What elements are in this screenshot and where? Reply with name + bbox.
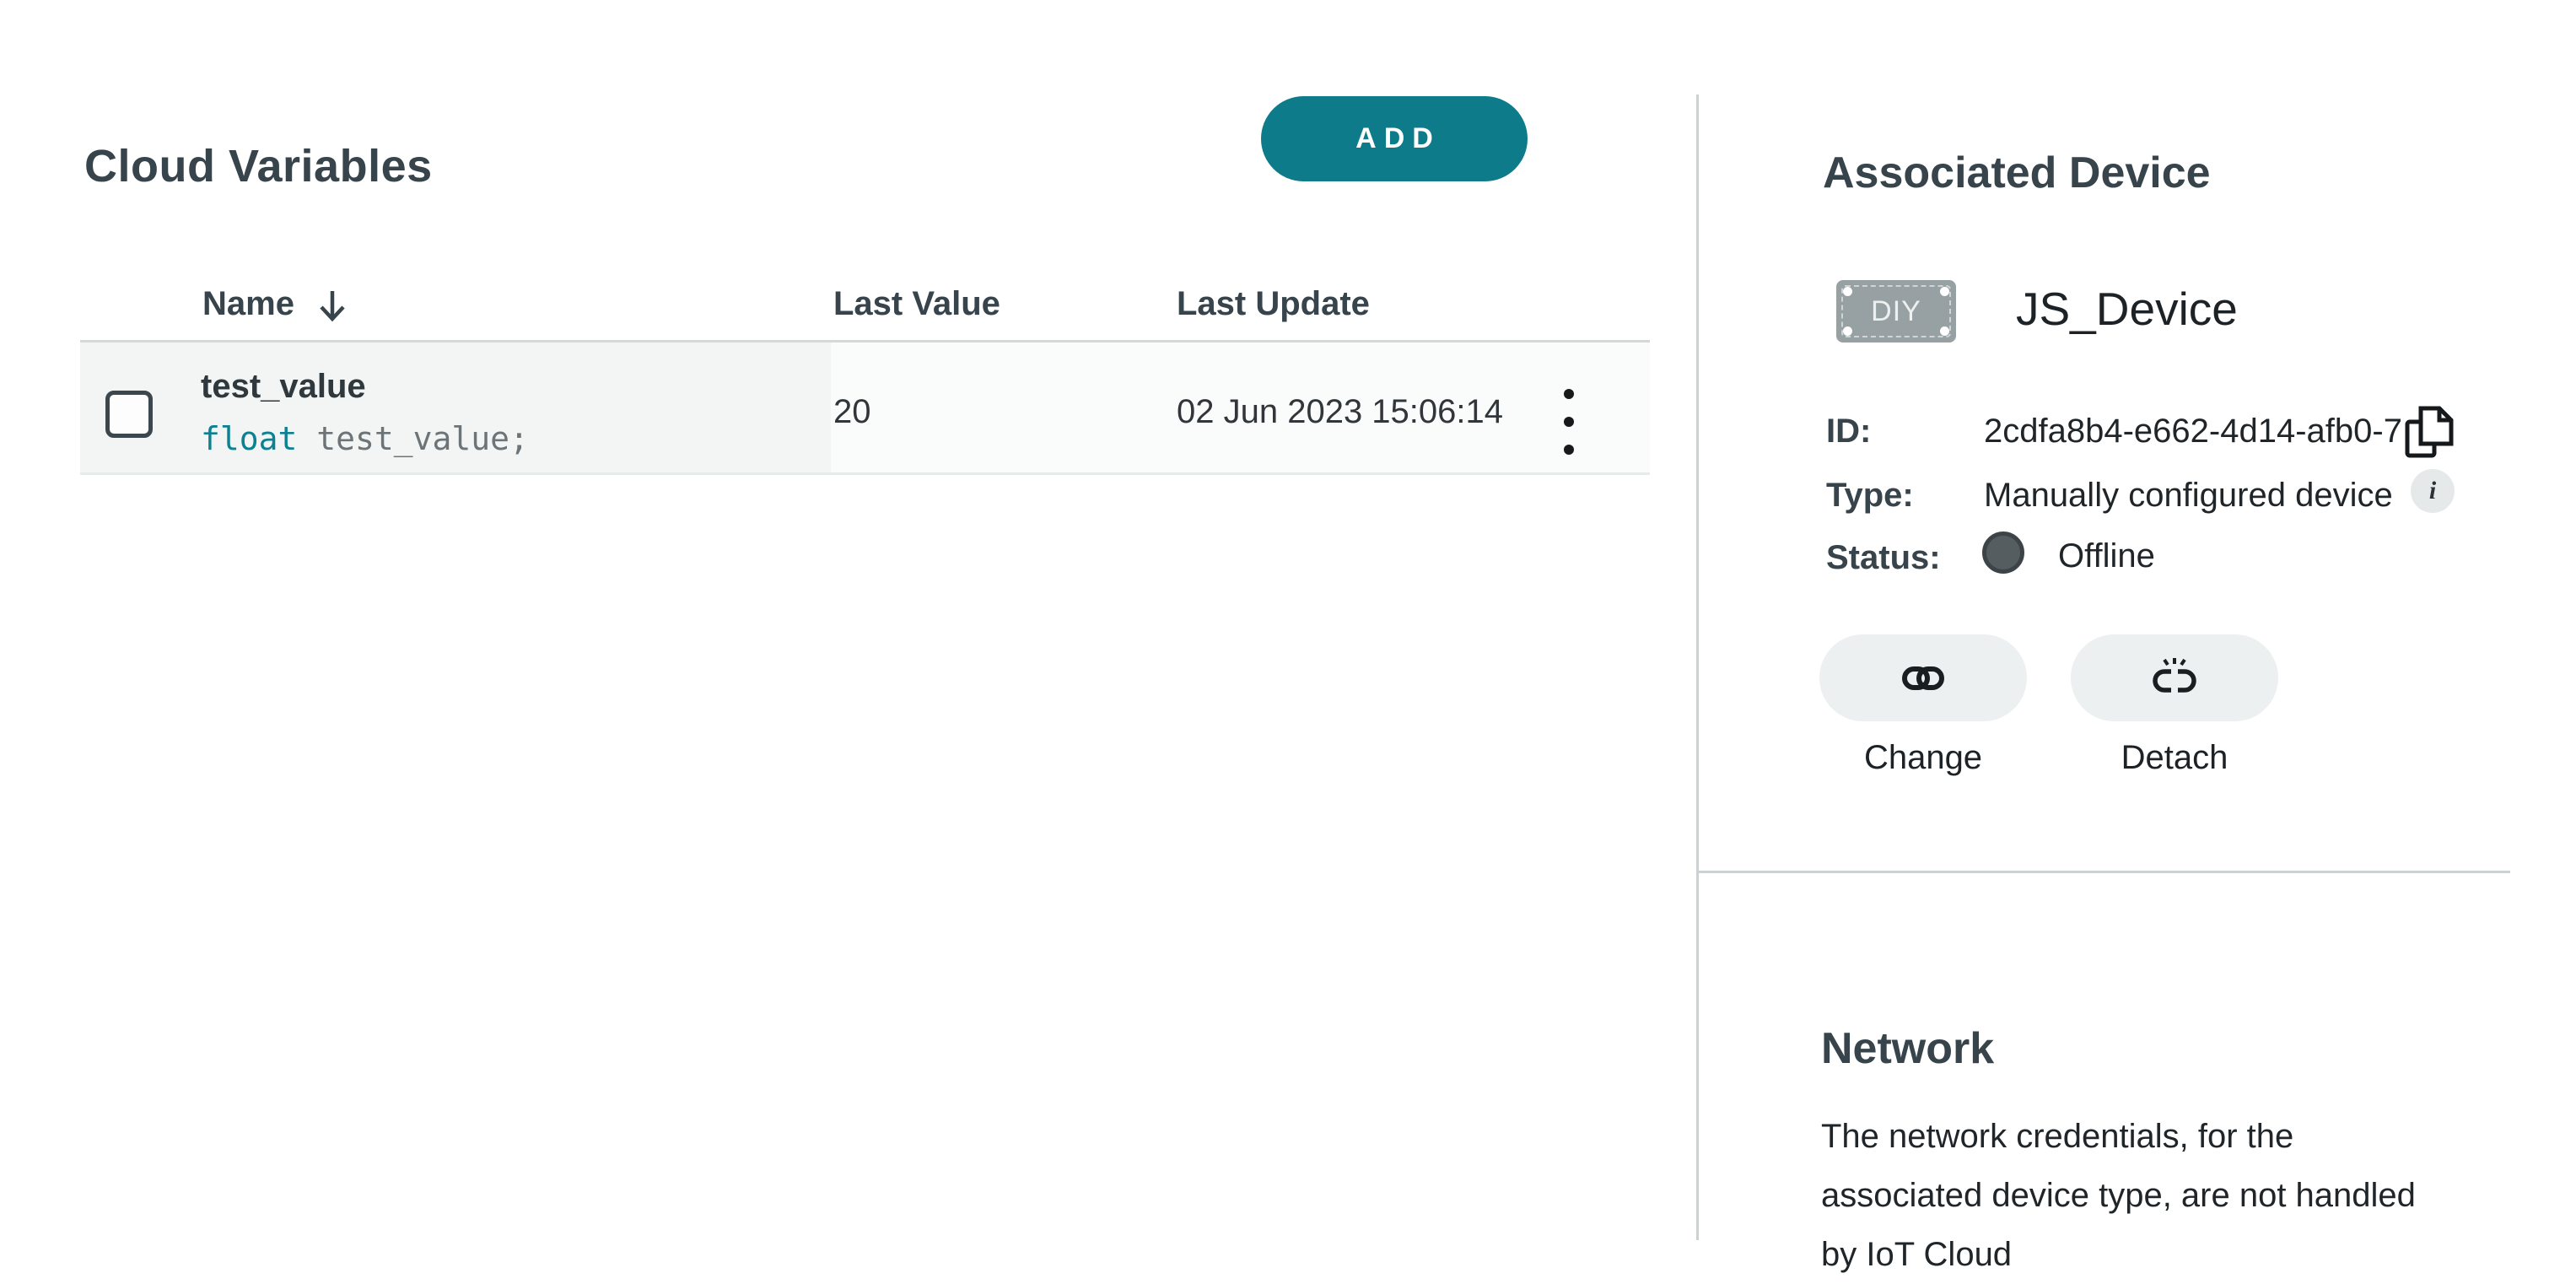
change-button-label: Change [1819, 739, 2027, 777]
declaration-keyword: float [201, 420, 297, 457]
arrow-down-icon [316, 289, 348, 323]
chain-link-icon [1902, 666, 1944, 690]
info-icon[interactable]: i [2411, 469, 2455, 513]
variable-name: test_value [201, 368, 366, 406]
badge-screw-dot [1843, 287, 1852, 296]
network-description-line: The network credentials, for the [1821, 1107, 2416, 1166]
panel-vertical-divider [1696, 94, 1699, 1240]
network-description: The network credentials, for the associa… [1821, 1107, 2416, 1284]
device-status-label: Status: [1826, 539, 1941, 577]
column-header-last-value[interactable]: Last Value [833, 285, 1000, 323]
column-header-name-label: Name [202, 285, 294, 323]
row-select-checkbox[interactable] [105, 391, 153, 438]
badge-screw-dot [1940, 326, 1949, 336]
column-header-last-update[interactable]: Last Update [1177, 285, 1370, 323]
associated-device-title: Associated Device [1823, 148, 2211, 198]
cloud-variables-page: Cloud Variables ADD Name Last Value Last… [0, 0, 2576, 1240]
panel-horizontal-divider [1698, 871, 2510, 873]
chain-broken-icon [2151, 657, 2198, 699]
column-header-name[interactable]: Name [202, 285, 348, 323]
detach-device-button[interactable] [2071, 634, 2278, 721]
badge-label: DIY [1871, 295, 1921, 328]
device-name: JS_Device [2016, 282, 2238, 336]
detach-button-label: Detach [2071, 739, 2278, 777]
page-title: Cloud Variables [84, 140, 433, 192]
network-description-line: associated device type, are not handled [1821, 1166, 2416, 1225]
column-header-last-value-label: Last Value [833, 285, 1000, 323]
badge-screw-dot [1843, 326, 1852, 336]
change-device-button[interactable] [1819, 634, 2027, 721]
badge-screw-dot [1940, 287, 1949, 296]
device-type-label: Type: [1826, 477, 1914, 515]
device-type-value: Manually configured device [1984, 477, 2393, 515]
device-status-value: Offline [2058, 537, 2155, 575]
column-header-last-update-label: Last Update [1177, 285, 1370, 323]
variable-declaration: float test_value; [201, 420, 529, 457]
network-description-line: by IoT Cloud [1821, 1225, 2416, 1284]
device-id-label: ID: [1826, 413, 1871, 450]
variable-last-update: 02 Jun 2023 15:06:14 [1177, 393, 1503, 431]
declaration-rest: test_value; [297, 420, 529, 457]
status-offline-dot [1982, 531, 2024, 574]
kebab-vertical-icon[interactable] [1539, 380, 1598, 464]
copy-pages-icon[interactable] [2401, 402, 2458, 462]
variable-last-value: 20 [833, 393, 871, 431]
variable-row[interactable]: test_value float test_value; 20 02 Jun 2… [80, 340, 1650, 475]
device-id-value: 2cdfa8b4-e662-4d14-afb0-7... [1984, 413, 2430, 450]
network-title: Network [1821, 1023, 1994, 1074]
device-board-badge: DIY [1836, 280, 1956, 343]
add-variable-button[interactable]: ADD [1261, 96, 1528, 181]
